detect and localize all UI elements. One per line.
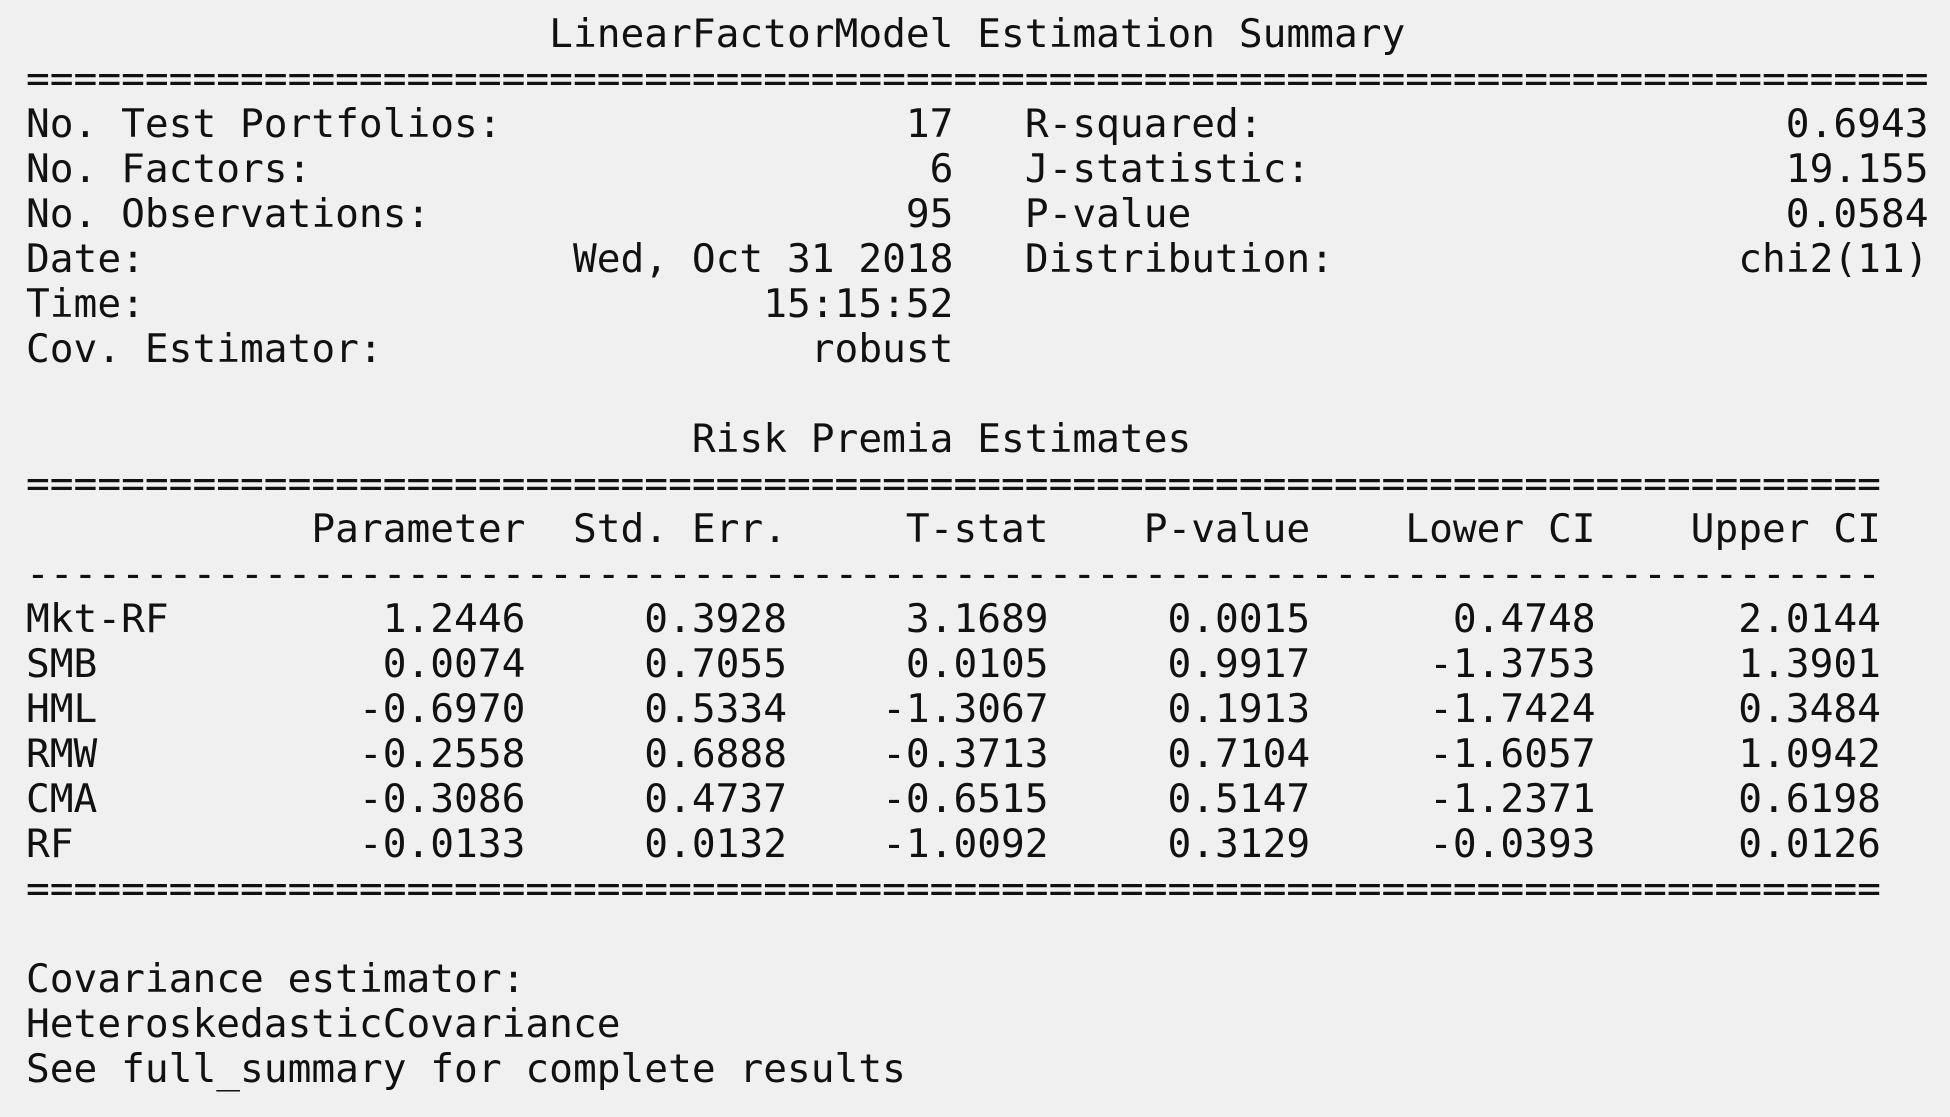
cell-upper-ci: 1.0942 [1595, 731, 1881, 777]
stat-value-observations: 95 [572, 191, 954, 237]
cell-t-stat: -0.3713 [787, 731, 1049, 777]
row-label: SMB [26, 641, 312, 687]
cell-lower-ci: -1.2371 [1310, 776, 1596, 822]
estimation-summary-output: LinearFactorModel Estimation Summary ====… [26, 12, 1929, 1092]
header-spacer [26, 506, 311, 552]
note-full-summary: See full_summary for complete results [26, 1046, 906, 1092]
stat-value-j-statistic: 19.155 [1357, 146, 1929, 192]
cell-std-err: 0.7055 [525, 641, 787, 687]
stat-label-time: Time: [26, 281, 573, 327]
cell-parameter: 0.0074 [311, 641, 526, 687]
row-label: RF [26, 821, 312, 867]
stat-value-distribution: chi2(11) [1357, 236, 1929, 282]
cell-upper-ci: 1.3901 [1595, 641, 1881, 687]
table-row: RF -0.0133 0.0132 -1.0092 0.3129 -0.0393… [26, 822, 1929, 867]
stat-value-test-portfolios: 17 [572, 101, 954, 147]
stat-label-cov-estimator: Cov. Estimator: [26, 326, 573, 372]
table-row: HML -0.6970 0.5334 -1.3067 0.1913 -1.742… [26, 687, 1929, 732]
col-header-std-err: Std. Err. [525, 506, 787, 552]
stat-row-3: No. Observations: 95 P-value 0.0584 [26, 192, 1929, 237]
cell-upper-ci: 0.0126 [1595, 821, 1881, 867]
risk-premia-title: Risk Premia Estimates [26, 416, 1192, 462]
stat-value-cov-estimator: robust [572, 326, 954, 372]
stat-label-j-statistic: J-statistic: [1024, 146, 1358, 192]
cell-std-err: 0.4737 [525, 776, 787, 822]
stat-label-distribution: Distribution: [1024, 236, 1358, 282]
table-top-double-rule: ========================================… [26, 461, 1881, 507]
stat-gap [953, 191, 1024, 237]
cell-p-value: 0.0015 [1048, 596, 1311, 642]
stat-row-5: Time: 15:15:52 [26, 282, 1929, 327]
stat-label-test-portfolios: No. Test Portfolios: [26, 101, 573, 147]
cell-lower-ci: -0.0393 [1310, 821, 1596, 867]
note-covariance-name: HeteroskedasticCovariance [26, 1001, 621, 1047]
table-row: RMW -0.2558 0.6888 -0.3713 0.7104 -1.605… [26, 732, 1929, 777]
row-label: HML [26, 686, 312, 732]
row-label: CMA [26, 776, 312, 822]
cell-lower-ci: -1.6057 [1310, 731, 1596, 777]
stat-gap [953, 101, 1024, 147]
stat-value-date: Wed, Oct 31 2018 [572, 236, 954, 282]
table-row: CMA -0.3086 0.4737 -0.6515 0.5147 -1.237… [26, 777, 1929, 822]
cell-parameter: -0.2558 [311, 731, 526, 777]
cell-t-stat: 0.0105 [787, 641, 1049, 687]
stat-row-4: Date: Wed, Oct 31 2018 Distribution: chi… [26, 237, 1929, 282]
cell-p-value: 0.5147 [1048, 776, 1311, 822]
cell-std-err: 0.6888 [525, 731, 787, 777]
cell-upper-ci: 0.6198 [1595, 776, 1881, 822]
cell-std-err: 0.0132 [525, 821, 787, 867]
col-header-upper-ci: Upper CI [1595, 506, 1881, 552]
stat-row-2: No. Factors: 6 J-statistic: 19.155 [26, 147, 1929, 192]
stat-gap [953, 236, 1024, 282]
stat-value-factors: 6 [572, 146, 954, 192]
stat-label-date: Date: [26, 236, 573, 282]
cell-t-stat: -0.6515 [787, 776, 1049, 822]
note-covariance-label: Covariance estimator: [26, 956, 526, 1002]
table-row: Mkt-RF 1.2446 0.3928 3.1689 0.0015 0.474… [26, 597, 1929, 642]
cell-upper-ci: 2.0144 [1595, 596, 1881, 642]
cell-lower-ci: 0.4748 [1310, 596, 1596, 642]
top-double-rule: ========================================… [26, 56, 1929, 102]
row-label: Mkt-RF [26, 596, 312, 642]
stat-row-1: No. Test Portfolios: 17 R-squared: 0.694… [26, 102, 1929, 147]
cell-t-stat: -1.3067 [787, 686, 1049, 732]
col-header-p-value: P-value [1048, 506, 1311, 552]
cell-p-value: 0.1913 [1048, 686, 1311, 732]
cell-std-err: 0.5334 [525, 686, 787, 732]
cell-parameter: -0.3086 [311, 776, 526, 822]
cell-t-stat: -1.0092 [787, 821, 1049, 867]
cell-parameter: 1.2446 [311, 596, 526, 642]
stat-gap [953, 146, 1024, 192]
table-bottom-double-rule: ========================================… [26, 866, 1881, 912]
table-header-rule: ----------------------------------------… [26, 551, 1881, 597]
table-row: SMB 0.0074 0.7055 0.0105 0.9917 -1.3753 … [26, 642, 1929, 687]
stat-row-6: Cov. Estimator: robust [26, 327, 1929, 372]
stat-label-observations: No. Observations: [26, 191, 573, 237]
row-label: RMW [26, 731, 312, 777]
cell-lower-ci: -1.3753 [1310, 641, 1596, 687]
cell-p-value: 0.3129 [1048, 821, 1311, 867]
stat-label-r-squared: R-squared: [1024, 101, 1358, 147]
col-header-lower-ci: Lower CI [1310, 506, 1596, 552]
stat-label-factors: No. Factors: [26, 146, 573, 192]
cell-upper-ci: 0.3484 [1595, 686, 1881, 732]
col-header-parameter: Parameter [311, 506, 526, 552]
stat-value-p-value: 0.0584 [1357, 191, 1929, 237]
stat-label-p-value: P-value [1024, 191, 1358, 237]
cell-parameter: -0.0133 [311, 821, 526, 867]
cell-t-stat: 3.1689 [787, 596, 1049, 642]
cell-lower-ci: -1.7424 [1310, 686, 1596, 732]
cell-p-value: 0.7104 [1048, 731, 1311, 777]
cell-p-value: 0.9917 [1048, 641, 1311, 687]
stat-value-r-squared: 0.6943 [1357, 101, 1929, 147]
col-header-t-stat: T-stat [787, 506, 1049, 552]
table-header-row: Parameter Std. Err. T-stat P-value Lower… [26, 507, 1929, 552]
cell-std-err: 0.3928 [525, 596, 787, 642]
cell-parameter: -0.6970 [311, 686, 526, 732]
stat-value-time: 15:15:52 [572, 281, 954, 327]
summary-title: LinearFactorModel Estimation Summary [26, 11, 1406, 57]
